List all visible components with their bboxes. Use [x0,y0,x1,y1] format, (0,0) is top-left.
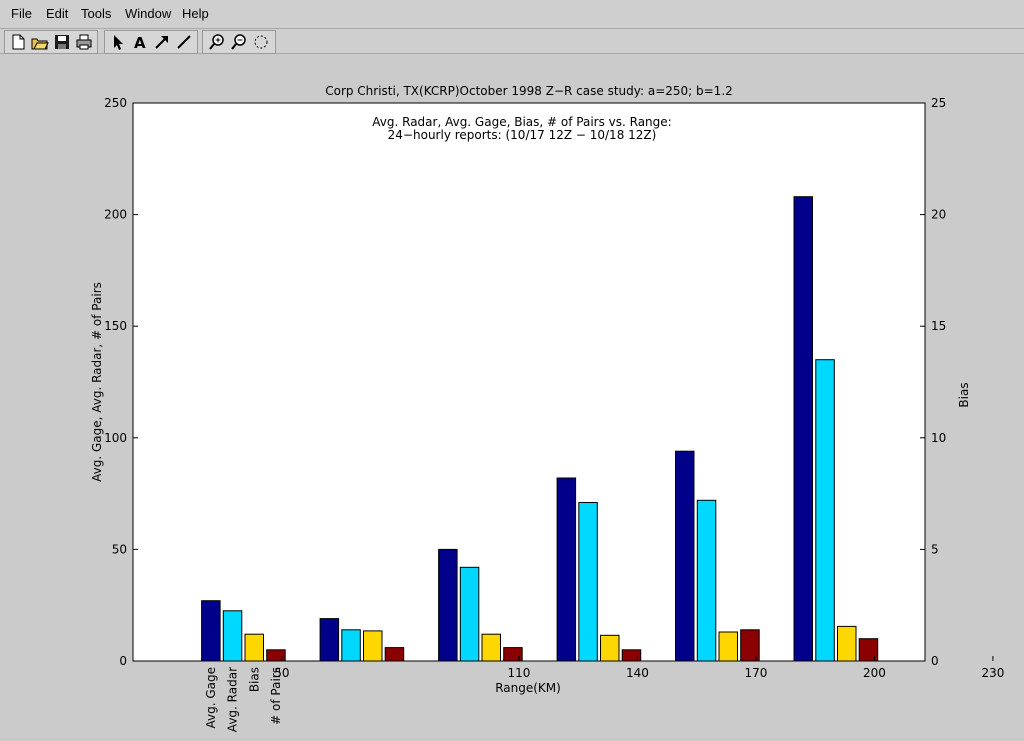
file-tools-group [4,30,98,54]
y-tick-label: 150 [104,319,127,333]
bar-avg-gage [556,477,577,662]
menu-file[interactable]: File [11,6,32,21]
y-tick-label: 200 [104,208,127,222]
y2-tick-label: 15 [931,319,946,333]
text-icon[interactable]: A [131,33,149,51]
y-tick-label: 100 [104,431,127,445]
y2-tick-label: 0 [931,654,939,668]
bar-bias [718,631,738,662]
x-legend-label: Avg. Radar [226,667,240,732]
bar-bias [837,625,857,662]
x-legend-label: # of Pairs [269,667,283,725]
toolbar: A [0,29,1024,54]
bar-of-pairs [384,647,405,662]
menu-help[interactable]: Help [182,6,209,21]
bar-bias [244,633,264,662]
x-tick-label: 230 [981,666,1004,680]
x-tick-label: 110 [507,666,530,680]
bar-avg-radar [459,566,480,662]
bar-avg-radar [341,629,361,662]
new-file-icon[interactable] [9,33,27,51]
bar-bias [363,630,383,662]
bar-avg-radar [815,359,835,662]
x-tick-label: 170 [744,666,767,680]
bar-of-pairs [858,638,879,662]
x-legend-label: Bias [247,667,261,692]
x-legend-labels: Avg. Gage Avg. Radar Bias # of Pairs [204,667,283,732]
print-icon[interactable] [75,33,93,51]
y2-tick-label: 5 [931,542,939,556]
y-tick-label: 50 [112,542,127,556]
menu-window[interactable]: Window [125,6,171,21]
svg-text:A: A [134,34,146,51]
bar-avg-gage [675,450,695,662]
bar-bias [600,634,620,662]
y-tick-label: 0 [119,654,127,668]
view-tools-group [202,30,276,54]
figure-canvas: 0 50 100 150 200 250 0 5 10 15 20 25 50 110 140 170 20… [0,54,1024,737]
rotate-icon[interactable] [252,33,270,51]
x-axis-label: Range(KM) [495,681,561,695]
chart-subtitle-line2: 24−hourly reports: (10/17 12Z − 10/18 12… [388,128,657,142]
bar-avg-gage [438,548,458,662]
bar-avg-radar [222,610,243,662]
menu-tools[interactable]: Tools [81,6,111,21]
bar-bias [481,633,501,662]
line-icon[interactable] [175,33,193,51]
menu-edit[interactable]: Edit [46,6,68,21]
zoom-out-icon[interactable] [230,33,248,51]
bar-of-pairs [740,629,760,662]
bar-avg-gage [319,618,340,662]
y2-tick-label: 10 [931,431,946,445]
arrow-icon[interactable] [153,33,171,51]
bar-of-pairs [503,647,523,662]
y-axis-label: Avg. Gage, Avg. Radar, # of Pairs [90,282,104,482]
zoom-in-icon[interactable] [208,33,226,51]
bar-avg-radar [696,499,717,662]
save-icon[interactable] [53,33,71,51]
y2-tick-label: 20 [931,208,946,222]
bar-of-pairs [621,649,642,662]
bar-chart: 050100150200250 0510152025 50 110 140 170 20… [90,84,1004,732]
bar-avg-radar [578,502,598,662]
y-tick-label: 250 [104,96,127,110]
y2-axis-label: Bias [957,382,971,407]
bar-avg-gage [793,196,813,662]
edit-tools-group: A [104,30,198,54]
pointer-arrow-icon[interactable] [109,33,127,51]
chart-title: Corp Christi, TX(KCRP)October 1998 Z−R c… [325,84,733,98]
y2-tick-label: 25 [931,96,946,110]
x-tick-label: 140 [626,666,649,680]
x-legend-label: Avg. Gage [204,667,218,729]
chart-subtitle-line1: Avg. Radar, Avg. Gage, Bias, # of Pairs … [372,115,671,129]
menu-bar: File Edit Tools Window Help [0,0,1024,29]
bar-of-pairs [266,649,286,662]
x-tick-label: 200 [863,666,886,680]
open-folder-icon[interactable] [31,33,49,51]
bar-avg-gage [201,600,221,662]
